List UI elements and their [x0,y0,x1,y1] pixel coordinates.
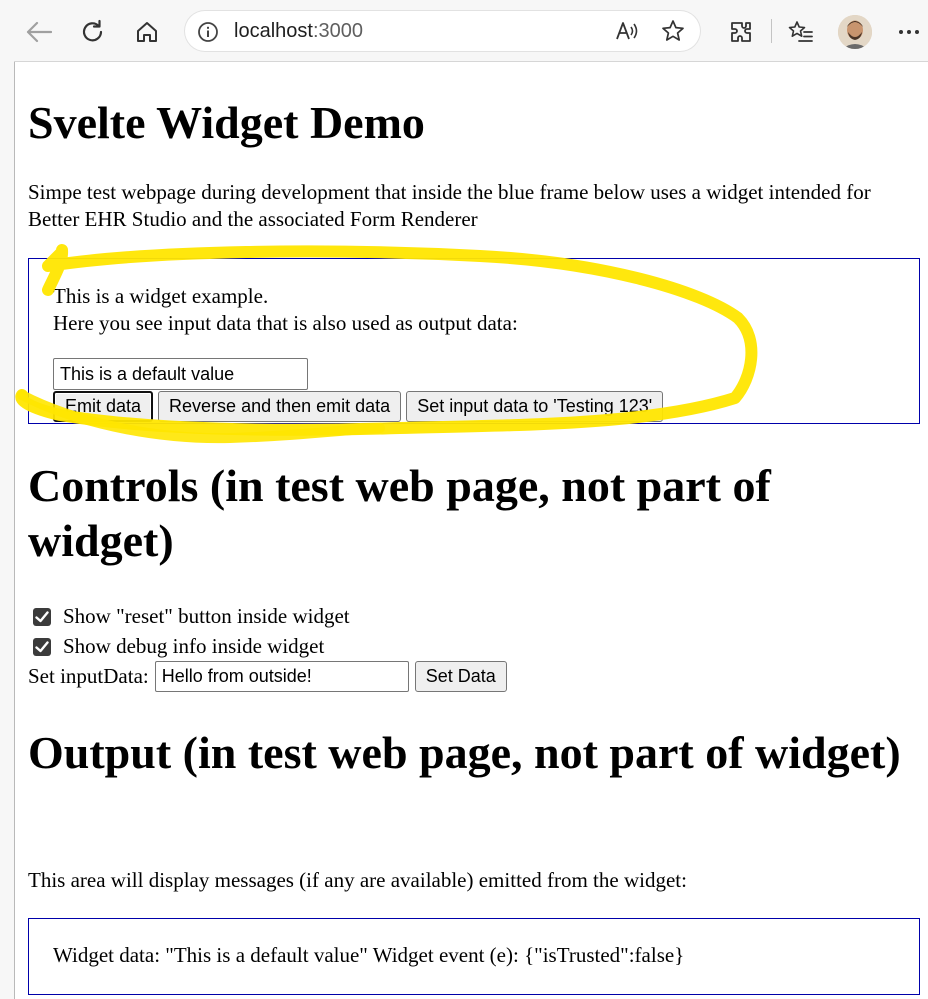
emit-data-button[interactable]: Emit data [53,391,154,422]
toolbar-divider [14,61,928,62]
intro-paragraph: Simpe test webpage during development th… [28,180,871,231]
set-testing-button[interactable]: Set input data to 'Testing 123' [406,391,664,422]
checkbox-debug[interactable] [33,637,51,656]
page-title: Svelte Widget Demo [28,97,425,148]
debug-info-toggle[interactable]: Show debug info inside widget [33,633,324,660]
url-text[interactable]: localhost:3000 [234,20,363,43]
read-aloud-icon[interactable] [614,19,640,48]
set-data-button[interactable]: Set Data [414,661,507,692]
toolbar-separator [771,19,772,43]
widget-line-2: Here you see input data that is also use… [53,311,518,335]
extensions-icon[interactable] [723,14,759,50]
checkbox-debug-label: Show debug info inside widget [63,634,325,658]
output-message: Widget data: "This is a default value" W… [53,943,685,967]
refresh-icon[interactable] [75,14,111,50]
profile-avatar[interactable] [838,15,872,49]
output-description: This area will display messages (if any … [28,868,687,892]
browser-toolbar: localhost:3000 [0,0,928,62]
window-left-margin [0,62,14,999]
favorites-list-icon[interactable] [783,14,819,50]
widget-line-1: This is a widget example. [53,284,269,308]
set-input-label: Set inputData: [28,664,149,688]
url-port: :3000 [312,20,363,42]
widget-content: This is a widget example. Here you see i… [53,283,664,422]
output-heading: Output (in test web page, not part of wi… [28,727,901,778]
checkbox-reset-label: Show "reset" button inside widget [63,604,350,628]
more-menu-icon[interactable] [891,14,927,50]
widget-button-row: Emit data Reverse and then emit data Set… [53,391,664,422]
reset-button-toggle[interactable]: Show "reset" button inside widget [33,603,350,630]
reverse-emit-button[interactable]: Reverse and then emit data [158,391,402,422]
output-frame: Widget data: "This is a default value" W… [28,918,920,995]
favorite-star-icon[interactable] [661,19,685,48]
url-host: localhost [234,20,313,42]
controls-heading: Controls (in test web page, not part of … [28,460,771,566]
set-input-row: Set inputData: Set Data [28,661,507,692]
back-arrow-icon[interactable] [21,14,57,50]
widget-data-input[interactable] [53,358,308,390]
window-left-border [14,62,15,999]
checkbox-reset[interactable] [33,607,51,626]
address-bar[interactable]: localhost:3000 [185,11,700,51]
home-icon[interactable] [129,14,165,50]
widget-frame: This is a widget example. Here you see i… [28,258,920,424]
set-input-field[interactable] [154,661,409,692]
info-icon[interactable] [197,21,219,48]
